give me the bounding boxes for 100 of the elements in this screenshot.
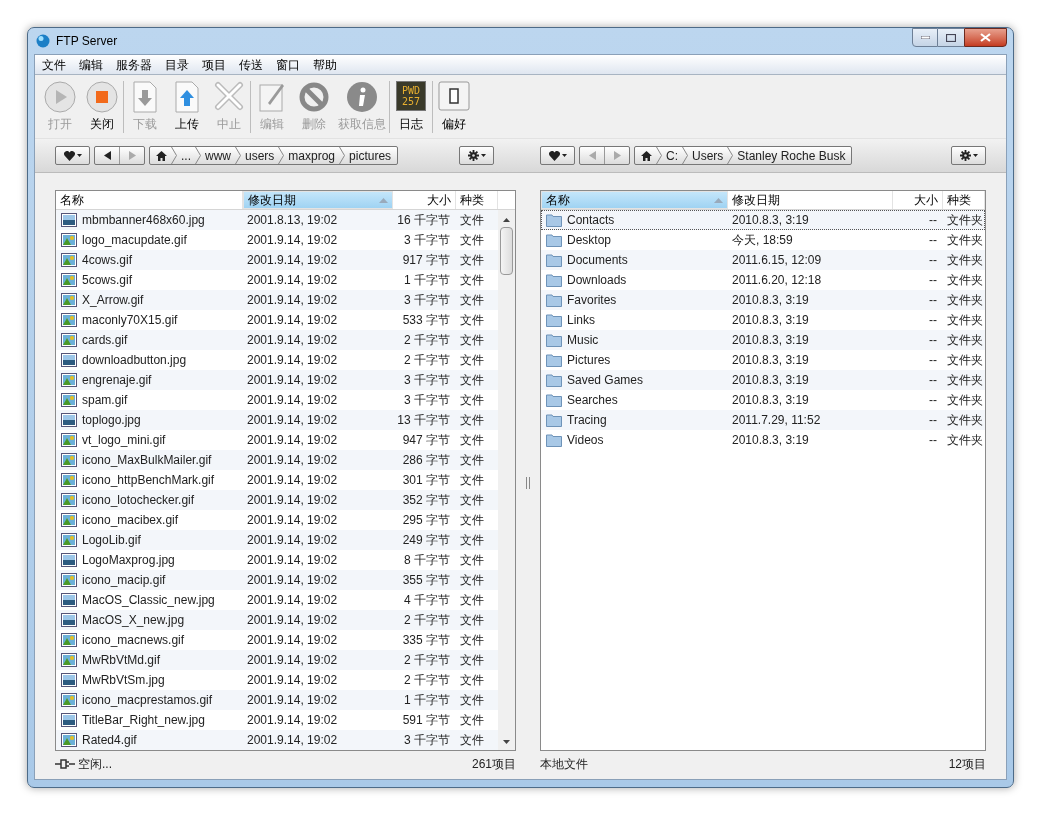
size-cell-text: 3 千字节 xyxy=(403,372,451,389)
status-text: 本地文件 xyxy=(540,755,588,773)
menu-item[interactable]: 文件 xyxy=(42,55,66,74)
file-name: Links xyxy=(567,312,595,329)
date-cell-text: 2001.9.14, 19:02 xyxy=(246,732,339,749)
path-segment[interactable]: www xyxy=(205,146,231,165)
file-row[interactable]: icono_macprestamos.gif 2001.9.14, 19:02 1 千字节 文件 xyxy=(56,690,498,710)
toolbar-button[interactable]: PWD 257 日志 xyxy=(393,80,429,133)
path-segment[interactable]: users xyxy=(245,146,275,165)
file-name: icono_macip.gif xyxy=(82,572,166,589)
column-header[interactable]: 修改日期 xyxy=(243,191,393,209)
maximize-button[interactable] xyxy=(938,28,964,47)
file-name: MacOS_Classic_new.jpg xyxy=(82,592,215,609)
favorites-button[interactable] xyxy=(55,146,90,165)
path-segment[interactable]: Users xyxy=(692,146,724,165)
file-row[interactable]: icono_macip.gif 2001.9.14, 19:02 355 字节 文件 xyxy=(56,570,498,590)
settings-button[interactable] xyxy=(951,146,986,165)
file-row[interactable]: Saved Games 2010.8.3, 3:19 -- 文件夹 xyxy=(541,370,985,390)
path-segment[interactable]: Stanley Roche Busk xyxy=(737,146,846,165)
minimize-icon xyxy=(920,36,930,39)
path-segment[interactable]: pictures xyxy=(349,146,392,165)
file-row[interactable]: icono_MaxBulkMailer.gif 2001.9.14, 19:02 286 字节 文件 xyxy=(56,450,498,470)
settings-button[interactable] xyxy=(459,146,494,165)
type-cell-text: 文件夹 xyxy=(946,432,984,449)
file-row[interactable]: icono_lotochecker.gif 2001.9.14, 19:02 352 字节 文件 xyxy=(56,490,498,510)
file-row[interactable]: toplogo.jpg 2001.9.14, 19:02 13 千字节 文件 xyxy=(56,410,498,430)
folder-icon xyxy=(546,293,562,307)
file-row[interactable]: Tracing 2011.7.29, 11:52 -- 文件夹 xyxy=(541,410,985,430)
splitter-handle-icon xyxy=(526,476,530,489)
menu-item[interactable]: 项目 xyxy=(202,55,226,74)
menu-item[interactable]: 传送 xyxy=(239,55,263,74)
type-cell-text: 文件 xyxy=(459,492,485,509)
file-name: icono_MaxBulkMailer.gif xyxy=(82,452,212,469)
size-cell-text: 1 千字节 xyxy=(403,692,451,709)
column-header[interactable]: 名称 xyxy=(541,191,728,209)
forward-arrow-icon xyxy=(128,151,136,160)
folder-icon xyxy=(546,393,562,407)
size-cell-text: 13 千字节 xyxy=(396,412,451,429)
scrollbar[interactable] xyxy=(498,210,515,750)
path-segment[interactable]: ... xyxy=(181,146,191,165)
file-name: Desktop xyxy=(567,232,612,249)
file-row[interactable]: X_Arrow.gif 2001.9.14, 19:02 3 千字节 文件 xyxy=(56,290,498,310)
menu-item[interactable]: 服务器 xyxy=(116,55,152,74)
file-row[interactable]: Music 2010.8.3, 3:19 -- 文件夹 xyxy=(541,330,985,350)
chevron-icon xyxy=(727,147,734,164)
type-cell-text: 文件 xyxy=(459,652,485,669)
file-row[interactable]: MacOS_X_new.jpg 2001.9.14, 19:02 2 千字节 文件 xyxy=(56,610,498,630)
menu-item[interactable]: 目录 xyxy=(165,55,189,74)
date-cell-text: 2001.9.14, 19:02 xyxy=(246,592,339,609)
file-name: Downloads xyxy=(567,272,627,289)
file-name: Rated4.gif xyxy=(82,732,137,749)
file-row[interactable]: 4cows.gif 2001.9.14, 19:02 917 字节 文件 xyxy=(56,250,498,270)
file-name: spam.gif xyxy=(82,392,128,409)
file-name: icono_httpBenchMark.gif xyxy=(82,472,215,489)
file-row[interactable]: MwRbVtMd.gif 2001.9.14, 19:02 2 千字节 文件 xyxy=(56,650,498,670)
file-row[interactable]: engrenaje.gif 2001.9.14, 19:02 3 千字节 文件 xyxy=(56,370,498,390)
toolbar-button[interactable]: 偏好 xyxy=(436,80,472,133)
path-segment[interactable]: maxprog xyxy=(288,146,336,165)
size-cell-text: 249 字节 xyxy=(401,532,451,549)
scroll-thumb[interactable] xyxy=(500,227,513,275)
file-row[interactable]: mbmbanner468x60.jpg 2001.8.13, 19:02 16 千字节 文件 xyxy=(56,210,498,230)
prohibited-icon xyxy=(298,80,330,113)
upload-icon xyxy=(174,80,200,113)
close-button[interactable] xyxy=(964,28,1007,47)
menu-item[interactable]: 窗口 xyxy=(276,55,300,74)
size-cell-text: -- xyxy=(928,312,938,329)
path-segment[interactable]: C: xyxy=(666,146,678,165)
favorites-button[interactable] xyxy=(540,146,575,165)
file-row[interactable]: Rated4.gif 2001.9.14, 19:02 3 千字节 文件 xyxy=(56,730,498,750)
stop-icon xyxy=(86,80,118,113)
image-icon xyxy=(61,393,77,407)
minimize-button[interactable] xyxy=(912,28,938,47)
date-cell-text: 2001.9.14, 19:02 xyxy=(246,252,339,269)
type-cell-text: 文件 xyxy=(459,232,485,249)
file-row[interactable]: cards.gif 2001.9.14, 19:02 2 千字节 文件 xyxy=(56,330,498,350)
folder-icon xyxy=(546,353,562,367)
scroll-down-icon xyxy=(503,740,510,744)
file-name: Saved Games xyxy=(567,372,644,389)
date-cell-text: 今天, 18:59 xyxy=(731,232,794,249)
type-cell-text: 文件 xyxy=(459,452,485,469)
toolbar-button[interactable]: 关闭 xyxy=(84,80,120,133)
type-cell-text: 文件 xyxy=(459,552,485,569)
menu-item[interactable]: 帮助 xyxy=(313,55,337,74)
image-icon xyxy=(61,453,77,467)
chevron-icon xyxy=(235,147,241,164)
date-cell-text: 2011.6.20, 12:18 xyxy=(731,272,823,289)
file-row[interactable]: Contacts 2010.8.3, 3:19 -- 文件夹 xyxy=(541,210,985,230)
date-cell-text: 2001.9.14, 19:02 xyxy=(246,332,339,349)
toolbar-button[interactable]: 上传 xyxy=(169,80,205,133)
size-cell-text: 295 字节 xyxy=(401,512,451,529)
menu-item[interactable]: 编辑 xyxy=(79,55,103,74)
image-icon xyxy=(61,633,77,647)
file-row[interactable]: Documents 2011.6.15, 12:09 -- 文件夹 xyxy=(541,250,985,270)
image-icon xyxy=(61,653,77,667)
date-cell-text: 2001.9.14, 19:02 xyxy=(246,492,339,509)
file-name: Music xyxy=(567,332,599,349)
file-row[interactable]: Favorites 2010.8.3, 3:19 -- 文件夹 xyxy=(541,290,985,310)
file-row[interactable]: LogoLib.gif 2001.9.14, 19:02 249 字节 文件 xyxy=(56,530,498,550)
status-text: 空闲... xyxy=(78,755,112,773)
date-cell-text: 2001.9.14, 19:02 xyxy=(246,452,339,469)
